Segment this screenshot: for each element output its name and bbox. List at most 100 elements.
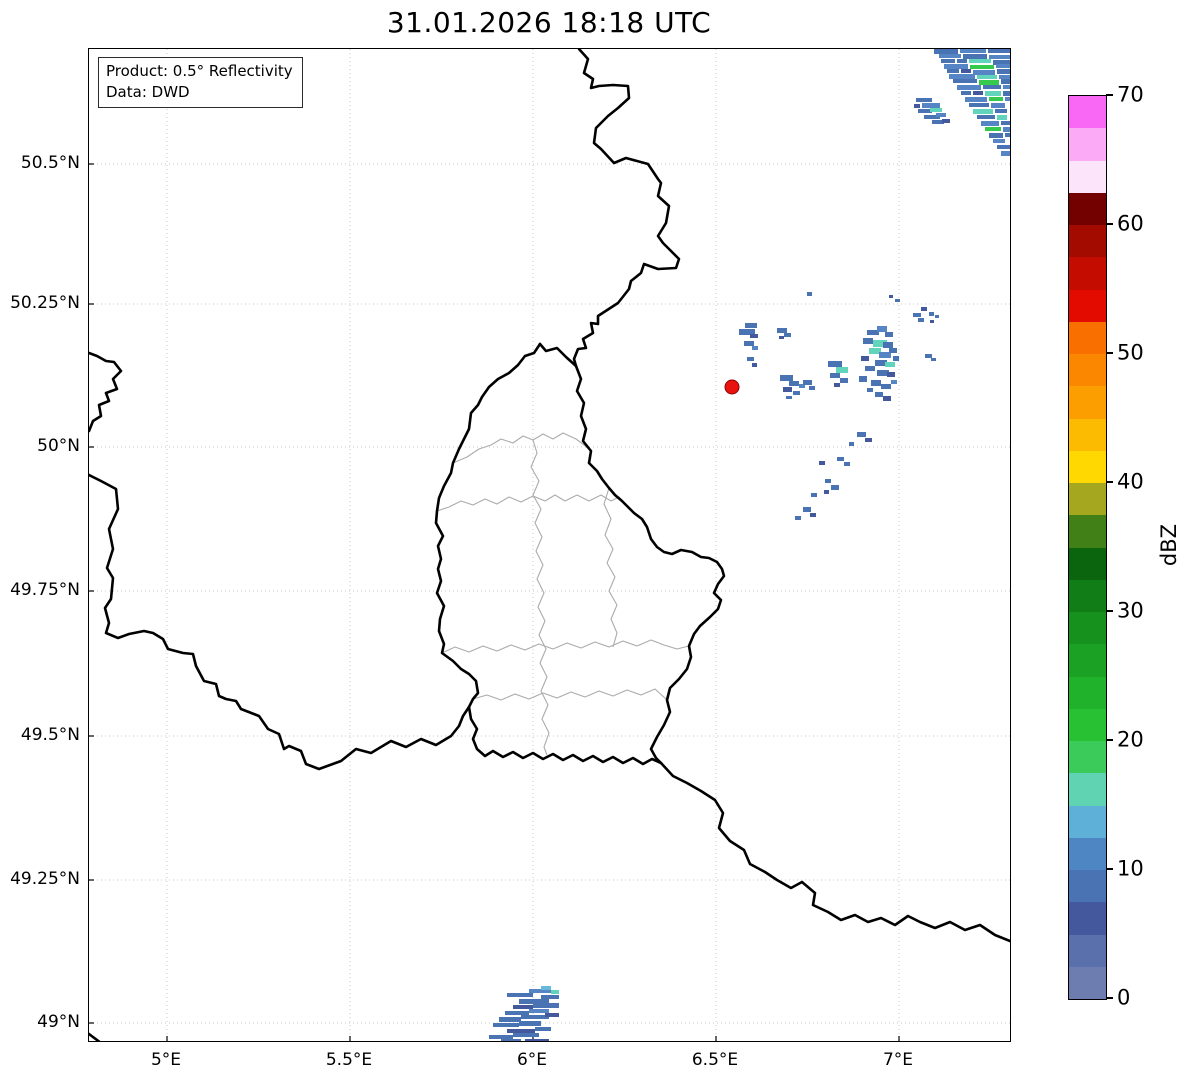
radar-echo-pixel: [505, 1011, 529, 1015]
radar-echo-pixel: [961, 69, 971, 73]
colorbar-tick-label: 30: [1117, 598, 1144, 623]
colorbar-tick-mark: [1106, 997, 1113, 999]
radar-echo-pixel: [1001, 121, 1010, 125]
radar-echo-pixel: [750, 334, 758, 338]
radar-echo-pixel: [922, 103, 940, 108]
radar-echo-pixel: [789, 381, 799, 386]
latitude-tick-label: 50°N: [37, 436, 80, 456]
radar-echo-pixel: [499, 1017, 521, 1022]
radar-echo-pixel: [803, 507, 811, 512]
radar-echo-pixel: [953, 79, 977, 83]
colorbar-segment: [1069, 805, 1106, 838]
radar-echo-pixel: [786, 396, 792, 399]
longitude-tick-label: 7°E: [882, 1050, 914, 1070]
radar-echo-pixel: [501, 1039, 521, 1041]
radar-echo-pixel: [747, 357, 754, 361]
colorbar-unit-label: dBZ: [1157, 523, 1181, 567]
radar-echo-pixel: [795, 516, 801, 520]
radar-echo-pixel: [811, 493, 817, 497]
country-border-luxembourg-north: [538, 342, 578, 368]
colorbar-tick-label: 10: [1117, 856, 1144, 881]
colorbar-segment: [1069, 321, 1106, 354]
radar-echo-pixel: [960, 49, 986, 53]
radar-echo-pixel: [489, 1035, 513, 1039]
radar-echo-pixel: [541, 986, 551, 990]
country-border-luxembourg-east: [574, 364, 726, 765]
colorbar-segment: [1069, 966, 1106, 999]
colorbar-segment: [1069, 354, 1106, 387]
radar-echo-pixel: [529, 1009, 549, 1013]
radar-echo-pixel: [521, 1015, 549, 1019]
longitude-tick-label: 5.5°E: [325, 1050, 373, 1070]
radar-echo-pixel: [825, 479, 831, 483]
country-border-givet-salient: [89, 351, 123, 433]
radar-echo-pixel: [999, 75, 1010, 79]
radar-echo-pixel: [973, 70, 995, 75]
colorbar-segment: [1069, 934, 1106, 967]
radar-echo-pixel: [925, 354, 932, 358]
colorbar-segment: [1069, 257, 1106, 290]
radar-echo-pixel: [830, 373, 840, 378]
colorbar-segment: [1069, 708, 1106, 741]
radar-echo-pixel: [936, 113, 946, 117]
map-plot-area: Product: 0.5° Reflectivity Data: DWD: [88, 48, 1011, 1042]
latitude-tick-label: 50.25°N: [10, 293, 80, 313]
radar-echo-pixel: [991, 103, 1005, 108]
country-border-belgium-germany: [572, 49, 681, 368]
radar-echo-pixel: [840, 378, 848, 383]
radar-echo-pixel: [783, 387, 792, 392]
echo-cluster-south-shower: [489, 986, 559, 1041]
colorbar-tick-label: 50: [1117, 340, 1144, 365]
radar-echo-pixel: [885, 362, 895, 367]
radar-echo-pixel: [1005, 97, 1010, 101]
latitude-tick-label: 49.75°N: [10, 580, 80, 600]
radar-echo-pixel: [885, 332, 893, 337]
radar-echo-pixel: [995, 109, 1007, 113]
colorbar: [1068, 95, 1107, 1000]
radar-echo-pixel: [891, 380, 897, 384]
radar-echo-pixel: [949, 74, 975, 79]
radar-echo-pixel: [849, 442, 854, 446]
colorbar-tick-label: 20: [1117, 727, 1144, 752]
colorbar-tick-mark: [1106, 94, 1113, 96]
radar-echo-pixel: [957, 59, 967, 63]
radar-echo-pixel: [993, 139, 1005, 143]
radar-echo-pixel: [865, 366, 875, 371]
radar-echo-pixel: [989, 97, 1003, 101]
radar-echo-pixel: [973, 109, 993, 114]
radar-echo-pixel: [973, 91, 983, 95]
radar-echo-pixel: [963, 54, 987, 59]
colorbar-tick-mark: [1106, 223, 1113, 225]
latitude-tick-label: 49.5°N: [20, 725, 80, 745]
colorbar-segment: [1069, 128, 1106, 161]
colorbar-tick-mark: [1106, 352, 1113, 354]
radar-echo-pixel: [1003, 85, 1010, 89]
radar-site-marker: [724, 379, 740, 395]
radar-echo-pixel: [983, 85, 1001, 89]
radar-figure: { "title": "31.01.2026 18:18 UTC", "info…: [0, 0, 1202, 1081]
canton-border: [441, 639, 690, 654]
product-label: Product: 0.5° Reflectivity: [106, 62, 293, 80]
canton-border: [603, 487, 618, 648]
radar-echo-pixel: [930, 320, 934, 323]
radar-echo-pixel: [931, 358, 936, 361]
colorbar-tick-mark: [1106, 481, 1113, 483]
radar-echo-pixel: [784, 333, 791, 337]
radar-echo-pixel: [979, 80, 999, 85]
radar-echo-pixel: [836, 367, 848, 373]
longitude-tick-label: 6°E: [516, 1050, 548, 1070]
radar-echo-pixel: [914, 104, 920, 108]
radar-echo-pixel: [944, 64, 968, 69]
radar-echo-pixel: [533, 1003, 559, 1008]
colorbar-segment: [1069, 676, 1106, 709]
radar-echo-pixel: [828, 361, 842, 367]
radar-echo-pixel: [977, 115, 995, 119]
radar-echo-pixel: [941, 59, 955, 63]
radar-echo-pixel: [1003, 127, 1010, 132]
radar-echo-pixel: [875, 392, 883, 397]
radar-echo-pixel: [535, 1027, 551, 1031]
radar-echo-pixel: [930, 108, 942, 112]
radar-echo-pixel: [997, 115, 1007, 120]
radar-echo-pixel: [929, 312, 934, 316]
radar-echo-pixel: [965, 97, 987, 102]
